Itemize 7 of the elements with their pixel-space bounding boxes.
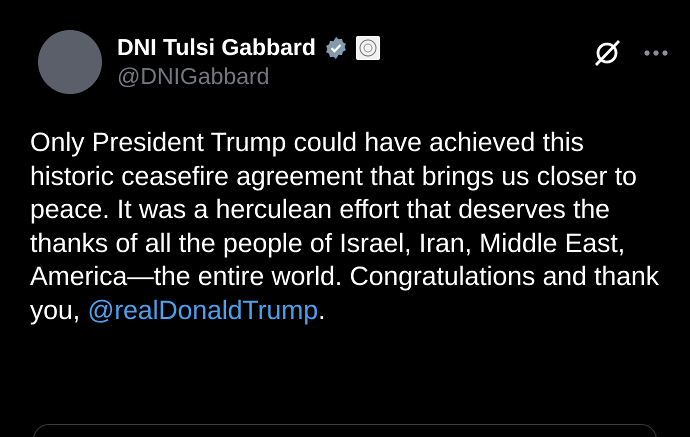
mention-link[interactable]: @realDonaldTrump <box>87 294 318 324</box>
author-name[interactable]: DNI Tulsi Gabbard <box>117 34 316 61</box>
slashed-circle-icon[interactable] <box>592 38 622 68</box>
author-handle[interactable]: @DNIGabbard <box>117 63 577 90</box>
seal-icon <box>356 36 380 60</box>
more-icon[interactable] <box>644 50 668 56</box>
post-text: Only President Trump could have achieved this historic ceasefire agreement that brings us closer to peace. It was a herculean effort that deserves the thanks of all the people of Israel, Iran, Middle East, America—the entire world. Congratulations and thank you, @realDonaldTrump. <box>30 126 660 326</box>
